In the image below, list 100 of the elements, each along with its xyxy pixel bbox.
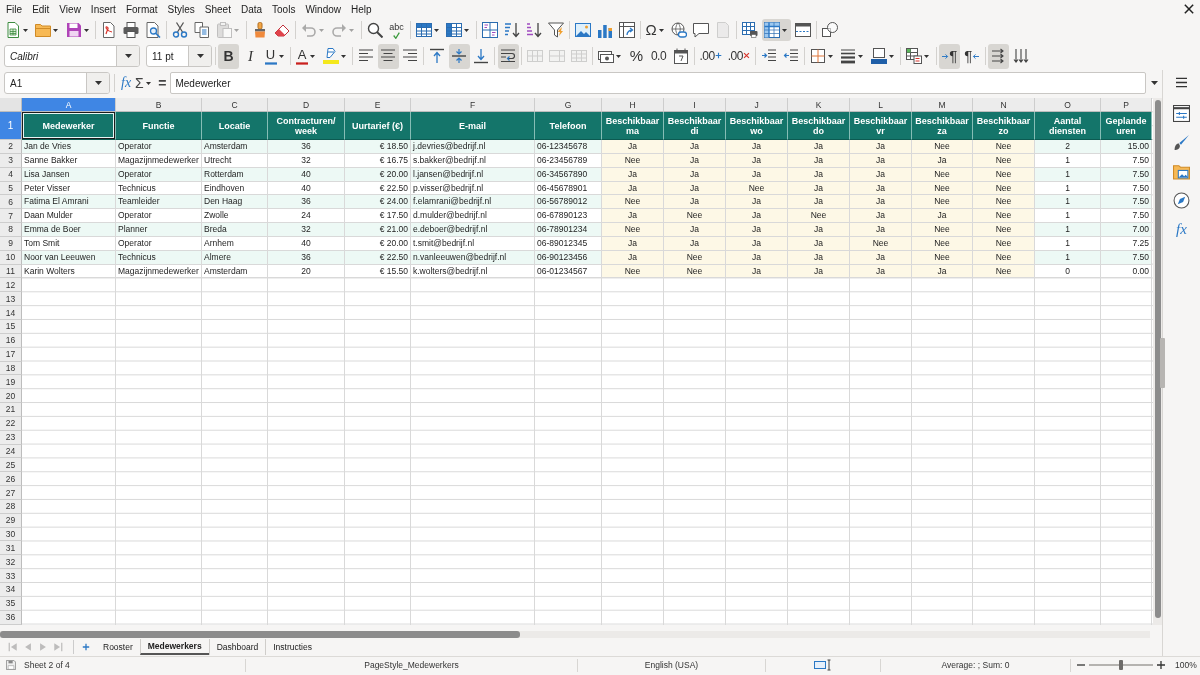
sort-button[interactable] — [479, 19, 500, 41]
cross-icon — [742, 52, 750, 60]
hyperlink-button[interactable] — [668, 19, 690, 41]
row-header[interactable]: 12 — [0, 278, 22, 293]
column-header[interactable]: D — [268, 98, 345, 112]
pivot-table-button[interactable] — [616, 19, 637, 41]
table-cell: Ja — [664, 223, 726, 237]
row-header[interactable]: 34 — [0, 583, 22, 597]
row-header[interactable]: 8 — [0, 223, 22, 237]
align-center-button[interactable] — [377, 43, 399, 69]
sheet-tab[interactable]: Dashboard — [208, 639, 266, 655]
print-area-button[interactable] — [739, 19, 761, 41]
text-direction-button[interactable] — [988, 43, 1010, 69]
column-header[interactable]: F — [411, 98, 535, 112]
bold-button[interactable]: B — [218, 43, 239, 69]
row-header[interactable]: 33 — [0, 569, 22, 583]
column-header[interactable]: B — [116, 98, 202, 112]
delete-decimal-button[interactable]: .00 — [725, 43, 753, 69]
column-header[interactable]: J — [726, 98, 788, 112]
center-vertically-button[interactable] — [448, 43, 470, 69]
name-box[interactable]: A1 — [4, 72, 110, 94]
menu-item[interactable]: Window — [300, 0, 346, 18]
table-cell: Planner — [116, 223, 202, 237]
row-header[interactable]: 25 — [0, 458, 22, 473]
menu-item[interactable]: Format — [120, 0, 163, 18]
column-header[interactable]: M — [912, 98, 973, 112]
table-cell: Breda — [202, 223, 268, 237]
font-size-box[interactable]: 11 pt — [146, 45, 212, 67]
italic-button[interactable]: I — [240, 43, 261, 69]
row-header[interactable]: 31 — [0, 541, 22, 556]
sheet-tab[interactable]: Medewerkers — [139, 639, 209, 655]
font-name-box[interactable]: Calibri — [4, 45, 140, 67]
column-header[interactable]: P — [1101, 98, 1152, 112]
horizontal-scrollbar[interactable] — [0, 631, 1150, 638]
zoom-out-button[interactable] — [1077, 661, 1085, 669]
menu-item[interactable]: Insert — [85, 0, 121, 18]
selection-mode-icon[interactable] — [814, 659, 832, 671]
menu-item[interactable]: File — [1, 0, 28, 18]
functions-button[interactable]: fx — [1168, 216, 1195, 242]
column-header[interactable]: K — [788, 98, 850, 112]
column-header[interactable]: E — [345, 98, 411, 112]
row-header[interactable]: 1 — [0, 112, 22, 140]
row-header[interactable]: 14 — [0, 306, 22, 320]
menu-item[interactable]: Edit — [27, 0, 55, 18]
close-document-button[interactable] — [1184, 4, 1194, 14]
menu-item[interactable]: Styles — [162, 0, 200, 18]
scrollbar-thumb[interactable] — [0, 631, 520, 638]
wrap-text-button[interactable] — [497, 43, 519, 69]
underline-button[interactable]: U — [262, 43, 288, 69]
sheet-tab[interactable]: Rooster — [96, 639, 140, 655]
table-cell: Amsterdam — [202, 140, 268, 154]
function-wizard-button[interactable]: fx — [119, 72, 134, 94]
row-header[interactable]: 7 — [0, 209, 22, 224]
font-color-button[interactable]: A — [293, 43, 319, 69]
zoom-slider-thumb[interactable] — [1119, 660, 1123, 670]
table-cell: 32 — [268, 223, 345, 237]
autofilter-button[interactable] — [545, 19, 566, 41]
column-header[interactable]: N — [973, 98, 1035, 112]
scrollbar-thumb[interactable] — [1154, 100, 1161, 618]
row-header[interactable]: 27 — [0, 486, 22, 500]
sidebar-collapse-handle[interactable] — [1160, 338, 1165, 388]
column-header[interactable]: C — [202, 98, 268, 112]
vertical-scrollbar[interactable] — [1153, 98, 1162, 625]
right-to-left-button[interactable]: ¶ — [961, 43, 983, 69]
row-header[interactable]: 13 — [0, 292, 22, 307]
column-header[interactable]: H — [602, 98, 664, 112]
row-header[interactable]: 6 — [0, 195, 22, 210]
sheet-tab[interactable]: Instructies — [265, 639, 319, 655]
freeze-panes-button[interactable] — [761, 19, 792, 41]
caret-icon — [888, 54, 894, 58]
special-character-button[interactable]: Ω — [643, 19, 668, 41]
row-header[interactable]: 20 — [0, 389, 22, 404]
row-header[interactable]: 2 — [0, 140, 22, 154]
row-header[interactable]: 21 — [0, 403, 22, 417]
menu-item[interactable]: Data — [235, 0, 268, 18]
add-sheet-button[interactable] — [80, 641, 92, 653]
column-header[interactable]: I — [664, 98, 726, 112]
column-header[interactable]: G — [535, 98, 602, 112]
menu-item[interactable]: View — [54, 0, 86, 18]
percent-format-button[interactable]: % — [626, 43, 647, 69]
column-header[interactable]: O — [1035, 98, 1101, 112]
column-header[interactable]: A — [22, 98, 116, 112]
column-header[interactable]: L — [850, 98, 912, 112]
row-header[interactable]: 19 — [0, 375, 22, 390]
menu-item[interactable]: Help — [346, 0, 377, 18]
formula-button[interactable]: = — [156, 72, 169, 94]
number-format-button[interactable]: 0.0 — [648, 43, 669, 69]
row-header[interactable]: 32 — [0, 555, 22, 570]
print-button[interactable] — [120, 19, 142, 41]
menu-item[interactable]: Tools — [267, 0, 301, 18]
zoom-in-button[interactable] — [1157, 661, 1165, 669]
spelling-button[interactable]: abc — [386, 19, 407, 41]
formula-input[interactable]: Medewerker — [170, 72, 1146, 94]
sum-button[interactable]: Σ — [133, 72, 155, 94]
table-header-cell: Beschikbaar wo — [726, 112, 788, 140]
table-cell: Nee — [664, 209, 726, 224]
row-header[interactable]: 26 — [0, 472, 22, 487]
left-to-right-button[interactable]: ¶ — [939, 43, 961, 69]
menu-item[interactable]: Sheet — [199, 0, 236, 18]
add-decimal-button[interactable]: .00 — [697, 43, 725, 69]
